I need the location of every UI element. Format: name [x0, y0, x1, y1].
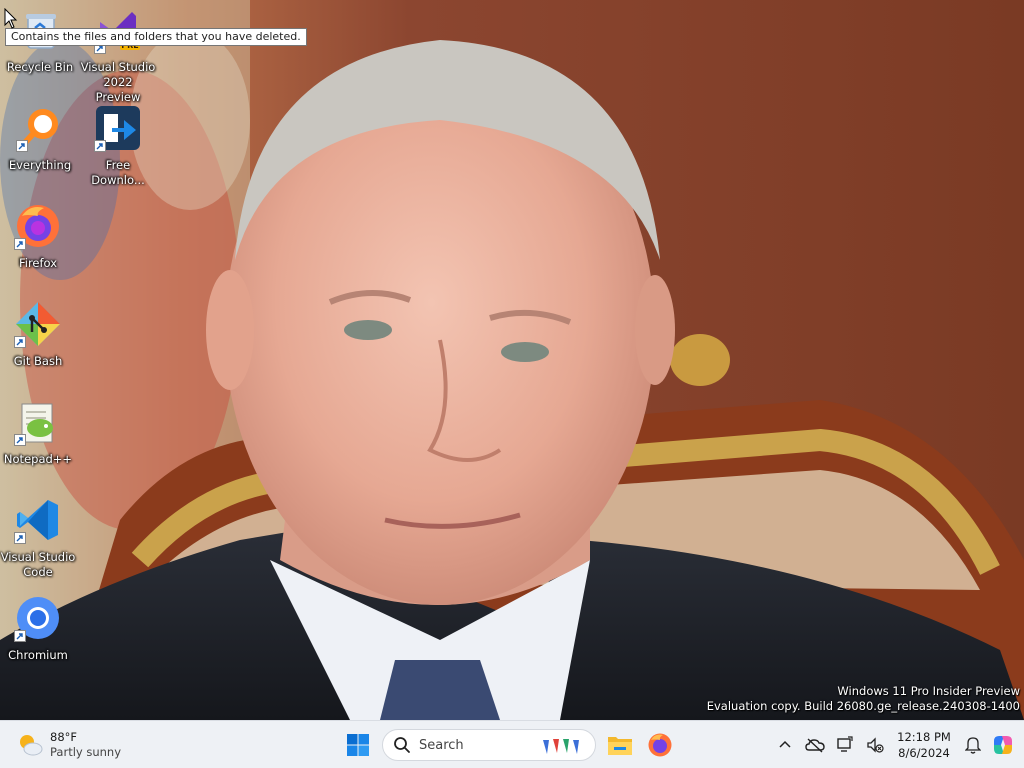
file-explorer-icon — [608, 737, 632, 755]
desktop-icon-label: Notepad++ — [3, 452, 73, 466]
firefox-icon — [648, 733, 672, 757]
taskbar-file-explorer[interactable] — [600, 725, 640, 765]
search-label: Search — [419, 737, 464, 753]
desktop-icon-area: Recycle Bin PRE Visual Studio 2022 Previ… — [0, 0, 160, 720]
desktop: Recycle Bin PRE Visual Studio 2022 Previ… — [0, 0, 1024, 720]
notepad-plus-plus-icon — [14, 398, 62, 446]
shortcut-arrow-icon — [14, 532, 26, 544]
git-bash-icon — [14, 300, 62, 348]
bell-icon — [965, 737, 981, 754]
network-icon — [837, 736, 853, 752]
desktop-icon-label: Chromium — [8, 648, 68, 662]
taskbar: 88°F Partly sunny Search 12:18 PM 8/6/20… — [0, 720, 1024, 768]
recycle-bin-tooltip: Contains the files and folders that you … — [5, 28, 307, 46]
taskbar-clock[interactable]: 12:18 PM 8/6/2024 — [894, 729, 954, 761]
copilot-icon — [994, 736, 1012, 754]
search-highlight-icon — [543, 739, 579, 754]
desktop-icon-chromium[interactable]: Chromium — [0, 590, 76, 676]
free-download-manager-icon — [94, 104, 142, 152]
partly-sunny-icon — [20, 735, 43, 756]
desktop-icon-label: Git Bash — [13, 354, 63, 368]
watermark-build: Evaluation copy. Build 26080.ge_release.… — [706, 699, 1020, 713]
start-button[interactable] — [338, 725, 378, 765]
shortcut-arrow-icon — [14, 630, 26, 642]
onedrive-offline-icon — [805, 738, 825, 753]
shortcut-arrow-icon — [14, 336, 26, 348]
firefox-icon — [14, 202, 62, 250]
desktop-icon-label: Recycle Bin — [6, 60, 74, 74]
desktop-icon-label: Visual Studio 2022 Preview — [80, 60, 156, 104]
shortcut-arrow-icon — [14, 238, 26, 250]
taskbar-firefox[interactable] — [640, 725, 680, 765]
weather-widget[interactable]: 88°F Partly sunny — [16, 727, 121, 763]
copilot-button[interactable] — [988, 730, 1018, 760]
watermark-edition: Windows 11 Pro Insider Preview — [837, 684, 1020, 698]
weather-condition: Partly sunny — [50, 745, 122, 759]
taskbar-search-box[interactable]: Search — [382, 729, 596, 761]
desktop-icon-label: Free Downlo... — [91, 158, 145, 187]
everything-search-icon — [16, 104, 64, 152]
weather-temperature: 88°F — [50, 730, 77, 744]
desktop-icon-free-download-manager[interactable]: Free Downlo... — [80, 100, 156, 187]
notifications-button[interactable] — [958, 730, 988, 760]
windows-start-icon — [347, 734, 369, 756]
shortcut-arrow-icon — [94, 140, 106, 152]
shortcut-arrow-icon — [16, 140, 28, 152]
show-hidden-icons-button[interactable] — [770, 730, 800, 760]
volume-tray-button[interactable] — [860, 730, 890, 760]
chromium-icon — [14, 594, 62, 642]
weather-text: 88°F Partly sunny — [50, 730, 121, 760]
volume-muted-icon — [867, 737, 884, 753]
clock-time: 12:18 PM — [897, 730, 951, 744]
shortcut-arrow-icon — [14, 434, 26, 446]
desktop-icon-label: Firefox — [18, 256, 58, 270]
mouse-cursor-icon — [4, 8, 18, 29]
desktop-icon-vscode[interactable]: Visual Studio Code — [0, 492, 76, 579]
system-tray: 12:18 PM 8/6/2024 — [770, 725, 1024, 765]
search-icon — [394, 737, 410, 753]
chevron-up-icon — [779, 740, 791, 748]
desktop-icon-everything[interactable]: Everything — [2, 100, 78, 186]
desktop-icon-label: Everything — [8, 158, 72, 172]
onedrive-tray-button[interactable] — [800, 730, 830, 760]
desktop-icon-notepad-plus-plus[interactable]: Notepad++ — [0, 394, 76, 480]
windows-evaluation-watermark: Windows 11 Pro Insider Preview Evaluatio… — [707, 684, 1020, 714]
taskbar-center: Search — [338, 725, 680, 765]
desktop-icon-firefox[interactable]: Firefox — [0, 198, 76, 284]
clock-date: 8/6/2024 — [898, 746, 950, 760]
desktop-icon-git-bash[interactable]: Git Bash — [0, 296, 76, 382]
desktop-icon-label: Visual Studio Code — [0, 550, 76, 579]
vscode-icon — [14, 496, 62, 544]
network-tray-button[interactable] — [830, 730, 860, 760]
